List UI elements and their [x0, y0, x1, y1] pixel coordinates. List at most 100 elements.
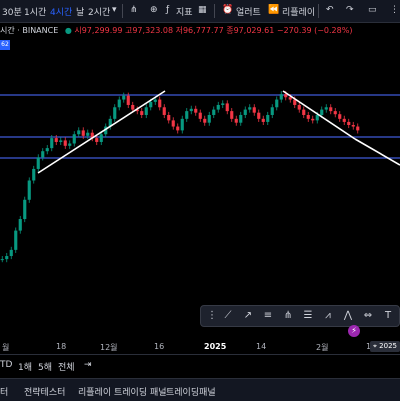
candle-body [176, 126, 180, 131]
drawing-toolbar: ⋮ ⟋ ↗ ≡ ⋔ ☰ ⩘ ⋀ ⇔ T [200, 305, 400, 327]
undo-icon[interactable]: ↶ [326, 5, 334, 15]
status-dot-icon: ● [64, 26, 72, 35]
candle-body [77, 130, 81, 135]
time-axis: 월 18 12월 16 2025 14 2월 14 [0, 340, 400, 354]
candles-icon[interactable]: ⋔ [130, 5, 138, 15]
candle-body [234, 118, 238, 123]
ray-icon[interactable]: ↗ [241, 309, 255, 323]
toolbar-divider [318, 4, 319, 18]
replay-button[interactable]: 리플레이 [282, 5, 315, 18]
candle-body [117, 99, 121, 108]
replay-icon[interactable]: ⏪ [268, 5, 279, 15]
candle-body [297, 104, 301, 110]
candle-body [99, 134, 103, 142]
candle-body [315, 114, 319, 121]
candle-body [203, 118, 207, 123]
candle-body [153, 99, 157, 102]
range-1y[interactable]: 1해 [18, 360, 32, 373]
tab-trading-panel[interactable]: 트레이딩패널 [166, 385, 216, 398]
candle-body [149, 101, 153, 108]
price-chart [0, 90, 400, 263]
layout-icon[interactable]: ▦ [198, 5, 207, 15]
trendline-icon[interactable]: ⟋ [221, 309, 235, 323]
candle-body [257, 112, 261, 119]
candle-body [63, 140, 67, 146]
candle-body [162, 107, 166, 115]
text-tool-icon[interactable]: T [381, 309, 395, 323]
tab-strategy-tester[interactable]: 전략테스터 [24, 385, 65, 398]
candle-body [306, 114, 310, 119]
alarm-icon[interactable]: ⏰ [222, 5, 233, 15]
toolbar-divider [214, 4, 215, 18]
candle-body [18, 219, 22, 231]
indicators-button[interactable]: 지표 [176, 5, 193, 18]
x-tick-label: 14 [256, 342, 267, 351]
candle-body [144, 107, 148, 115]
candle-body [288, 97, 292, 100]
timeframe-1h[interactable]: 1시간 [24, 5, 46, 18]
candle-body [122, 95, 126, 100]
candle-body [59, 140, 63, 142]
open-value: 시97,299.99 [74, 26, 123, 35]
date-cursor-value: 2025 [379, 342, 397, 350]
candle-body [9, 249, 13, 257]
chart-area[interactable] [0, 23, 400, 348]
flash-icon[interactable]: ⚡ [348, 325, 360, 337]
chevron-down-icon[interactable]: ▾ [112, 5, 117, 15]
close-value: 종97,029.61 [226, 26, 275, 35]
candle-body [171, 120, 175, 127]
candle-body [167, 114, 171, 121]
timeframe-2h[interactable]: 2시간 [88, 5, 110, 18]
fib-icon[interactable]: ☰ [301, 309, 315, 323]
timeframe-30m[interactable]: 30분 [2, 5, 22, 18]
toolbar-divider [122, 4, 123, 18]
candle-body [216, 104, 220, 110]
candle-body [221, 103, 225, 105]
candle-body [324, 107, 328, 110]
candle-body [347, 121, 351, 125]
candle-body [45, 148, 49, 152]
parallel-channel-icon[interactable]: ≡ [261, 309, 275, 323]
candle-body [27, 180, 31, 200]
layout-toggle-icon[interactable]: ▭ [368, 5, 377, 15]
compare-icon[interactable]: ⊕ [150, 5, 158, 15]
range-ytd[interactable]: TD [0, 360, 12, 370]
alert-button[interactable]: 얼러트 [236, 5, 261, 18]
measure-icon[interactable]: ⇔ [361, 309, 375, 323]
range-all[interactable]: 전체 [58, 360, 75, 373]
price-legend: 시간 · BINANCE ● 시97,299.99 고97,323.08 저96… [0, 25, 352, 36]
x-tick-label: 2월 [316, 343, 329, 352]
indicator-badge[interactable]: 62 [0, 40, 10, 50]
candle-body [72, 134, 76, 144]
timeframe-4h[interactable]: 4시간 [50, 5, 72, 18]
tab-replay-panel[interactable]: 리플레이 트레이딩 패널 [78, 385, 167, 398]
symbol-label[interactable]: 시간 · BINANCE [0, 26, 58, 35]
candle-body [284, 94, 288, 98]
candle-body [225, 103, 229, 112]
drag-handle-icon[interactable]: ⋮ [205, 309, 219, 323]
trendline [354, 138, 400, 166]
redo-icon[interactable]: ↷ [346, 5, 354, 15]
candle-body [356, 126, 360, 131]
x-tick-label: 18 [56, 342, 67, 351]
calendar-icon[interactable]: ⇥ [84, 360, 92, 370]
candle-body [54, 138, 58, 142]
candle-body [239, 114, 243, 123]
x-tick-label: 12월 [100, 343, 118, 352]
candle-body [140, 111, 144, 115]
candle-body [185, 111, 189, 119]
candle-body [158, 99, 162, 108]
pattern-icon[interactable]: ⩘ [321, 309, 335, 323]
indicators-icon[interactable]: ƒ [166, 5, 169, 15]
range-5y[interactable]: 5해 [38, 360, 52, 373]
pitchfork-icon[interactable]: ⋔ [281, 309, 295, 323]
candle-body [351, 125, 355, 127]
timeframe-day[interactable]: 날 [76, 5, 84, 18]
candle-body [207, 114, 211, 123]
low-value: 저96,777.77 [175, 26, 224, 35]
candle-body [279, 94, 283, 100]
tab-screener[interactable]: 터 [0, 385, 8, 398]
trendline [37, 90, 166, 174]
zigzag-icon[interactable]: ⋀ [341, 309, 355, 323]
more-icon[interactable]: ⋮ [390, 5, 399, 15]
